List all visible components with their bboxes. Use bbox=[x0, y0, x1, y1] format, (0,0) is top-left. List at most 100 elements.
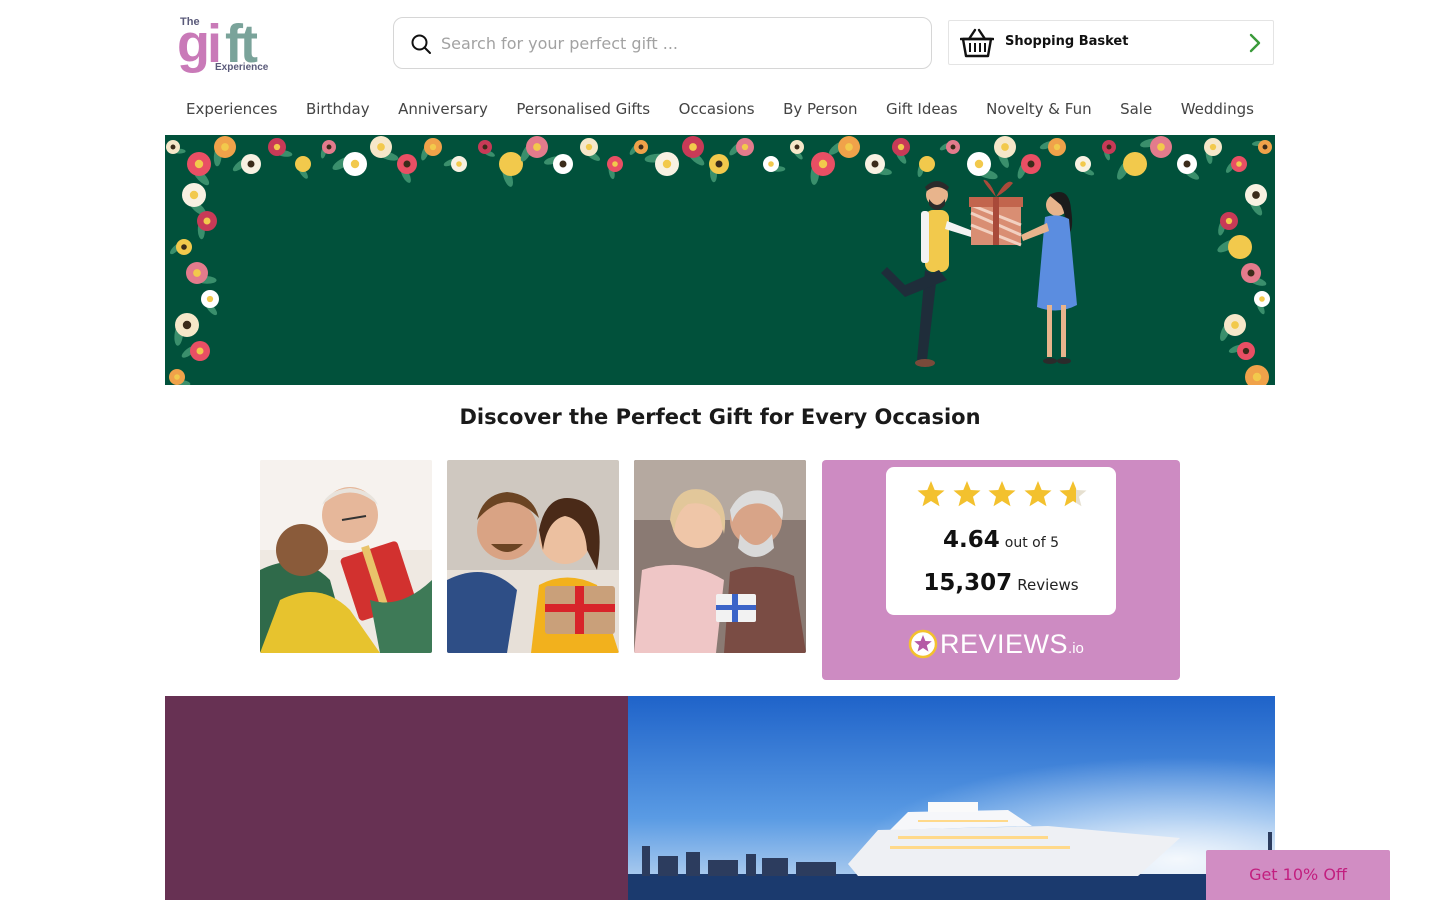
couple-gift-illustration bbox=[881, 179, 1077, 367]
gift-photo-couple[interactable] bbox=[447, 460, 619, 653]
flower-decoration bbox=[186, 262, 217, 284]
flower-decoration bbox=[1218, 212, 1238, 236]
hero-banner[interactable] bbox=[165, 135, 1275, 385]
star-icon bbox=[1024, 481, 1051, 507]
star-icon bbox=[988, 481, 1016, 507]
flower-decoration bbox=[169, 369, 191, 385]
flower-decoration bbox=[1102, 140, 1116, 161]
flower-decoration bbox=[580, 138, 601, 161]
flower-decoration bbox=[1140, 136, 1172, 158]
flower-decoration bbox=[644, 152, 679, 176]
flower-decoration bbox=[1245, 184, 1267, 216]
review-count: 15,307 Reviews bbox=[886, 570, 1116, 596]
rating-summary: 4.64 out of 5 bbox=[886, 527, 1116, 553]
flower-decoration bbox=[607, 156, 623, 180]
star-icon bbox=[953, 481, 980, 507]
logo-word: gi bbox=[177, 14, 219, 74]
flower-decoration bbox=[763, 156, 786, 172]
nav-item-by-person[interactable]: By Person bbox=[783, 95, 857, 123]
flower-decoration bbox=[1039, 138, 1066, 156]
reviews-widget[interactable]: 4.64 out of 5 15,307 Reviews REVIEWS .io bbox=[822, 460, 1180, 680]
flower-decoration bbox=[201, 290, 219, 316]
photo-grandparent-hug bbox=[260, 460, 432, 653]
flower-decoration bbox=[865, 154, 892, 176]
promo-banner[interactable] bbox=[165, 696, 1275, 900]
gift-photo-grandparent[interactable] bbox=[260, 460, 432, 653]
flower-decoration bbox=[1254, 291, 1270, 315]
reviews-star-badge-icon bbox=[908, 629, 938, 659]
flower-decoration bbox=[917, 156, 935, 177]
nav-item-experiences[interactable]: Experiences bbox=[186, 95, 277, 123]
rating-value: 4.64 bbox=[942, 527, 1000, 553]
promo-cruise-photo bbox=[628, 696, 1275, 900]
flower-decoration bbox=[1117, 152, 1147, 180]
nav-item-personalised-gifts[interactable]: Personalised Gifts bbox=[516, 95, 650, 123]
search-bar[interactable] bbox=[393, 17, 932, 69]
flower-decoration bbox=[197, 211, 217, 240]
flower-decoration bbox=[1017, 154, 1041, 179]
review-count-value: 15,307 bbox=[923, 570, 1013, 596]
reviews-brand-text: REVIEWS bbox=[940, 628, 1069, 659]
flower-decoration bbox=[1220, 314, 1246, 341]
review-count-suffix: Reviews bbox=[1017, 576, 1079, 594]
flower-decoration bbox=[967, 152, 998, 180]
nav-item-birthday[interactable]: Birthday bbox=[306, 95, 370, 123]
flower-decoration bbox=[1225, 156, 1247, 173]
star-half-icon bbox=[1059, 481, 1087, 507]
flower-decoration bbox=[170, 239, 192, 255]
flower-decoration bbox=[994, 136, 1016, 168]
floral-garland bbox=[166, 136, 1272, 187]
floral-side-left bbox=[169, 183, 219, 385]
reviews-card: 4.64 out of 5 15,307 Reviews bbox=[886, 467, 1116, 615]
nav-item-weddings[interactable]: Weddings bbox=[1181, 95, 1254, 123]
rating-stars bbox=[916, 479, 1088, 515]
flower-decoration bbox=[520, 136, 548, 162]
photo-couple-gift bbox=[447, 460, 619, 653]
basket-label: Shopping Basket bbox=[1005, 34, 1129, 49]
flower-decoration bbox=[1075, 156, 1095, 176]
search-input[interactable] bbox=[441, 18, 911, 68]
flower-decoration bbox=[370, 136, 399, 161]
get-discount-button[interactable]: Get 10% Off bbox=[1206, 850, 1390, 900]
search-icon[interactable] bbox=[410, 33, 432, 55]
flower-decoration bbox=[1204, 138, 1222, 164]
site-header: The gi ft Experience Shopping Basket bbox=[165, 0, 1275, 90]
flower-decoration bbox=[828, 136, 860, 158]
flower-decoration bbox=[1177, 154, 1200, 180]
nav-item-novelty-fun[interactable]: Novelty & Fun bbox=[986, 95, 1091, 123]
flower-decoration bbox=[1241, 263, 1267, 286]
reviews-brand-suffix: .io bbox=[1068, 639, 1084, 657]
flower-decoration bbox=[729, 138, 754, 156]
flower-decoration bbox=[544, 154, 573, 174]
flower-decoration bbox=[166, 140, 186, 154]
flower-decoration bbox=[397, 154, 417, 183]
flower-decoration bbox=[629, 140, 648, 155]
flower-decoration bbox=[421, 138, 442, 161]
basket-icon bbox=[960, 28, 994, 58]
flower-decoration bbox=[268, 138, 293, 157]
gift-photo-seniors[interactable] bbox=[634, 460, 806, 653]
flower-decoration bbox=[478, 140, 495, 157]
flower-decoration bbox=[181, 341, 210, 361]
cruise-ship-image bbox=[628, 696, 1275, 900]
flower-decoration bbox=[682, 136, 705, 166]
flower-decoration bbox=[1245, 365, 1274, 385]
floral-side-right bbox=[1217, 184, 1274, 385]
flower-decoration bbox=[295, 156, 311, 179]
flower-decoration bbox=[892, 138, 910, 164]
flower-decoration bbox=[810, 152, 835, 185]
nav-item-anniversary[interactable]: Anniversary bbox=[398, 95, 488, 123]
site-logo[interactable]: The gi ft Experience bbox=[177, 12, 277, 74]
nav-item-gift-ideas[interactable]: Gift Ideas bbox=[886, 95, 958, 123]
flower-decoration bbox=[499, 152, 523, 187]
reviews-io-logo[interactable]: REVIEWS .io bbox=[908, 626, 1098, 662]
flower-decoration bbox=[332, 152, 367, 176]
star-icon bbox=[917, 481, 945, 507]
flower-decoration bbox=[1252, 140, 1272, 154]
flower-decoration bbox=[709, 154, 729, 183]
photo-senior-couple bbox=[634, 460, 806, 653]
flower-decoration bbox=[443, 156, 467, 172]
shopping-basket-button[interactable]: Shopping Basket bbox=[948, 20, 1274, 65]
nav-item-sale[interactable]: Sale bbox=[1120, 95, 1152, 123]
nav-item-occasions[interactable]: Occasions bbox=[679, 95, 755, 123]
